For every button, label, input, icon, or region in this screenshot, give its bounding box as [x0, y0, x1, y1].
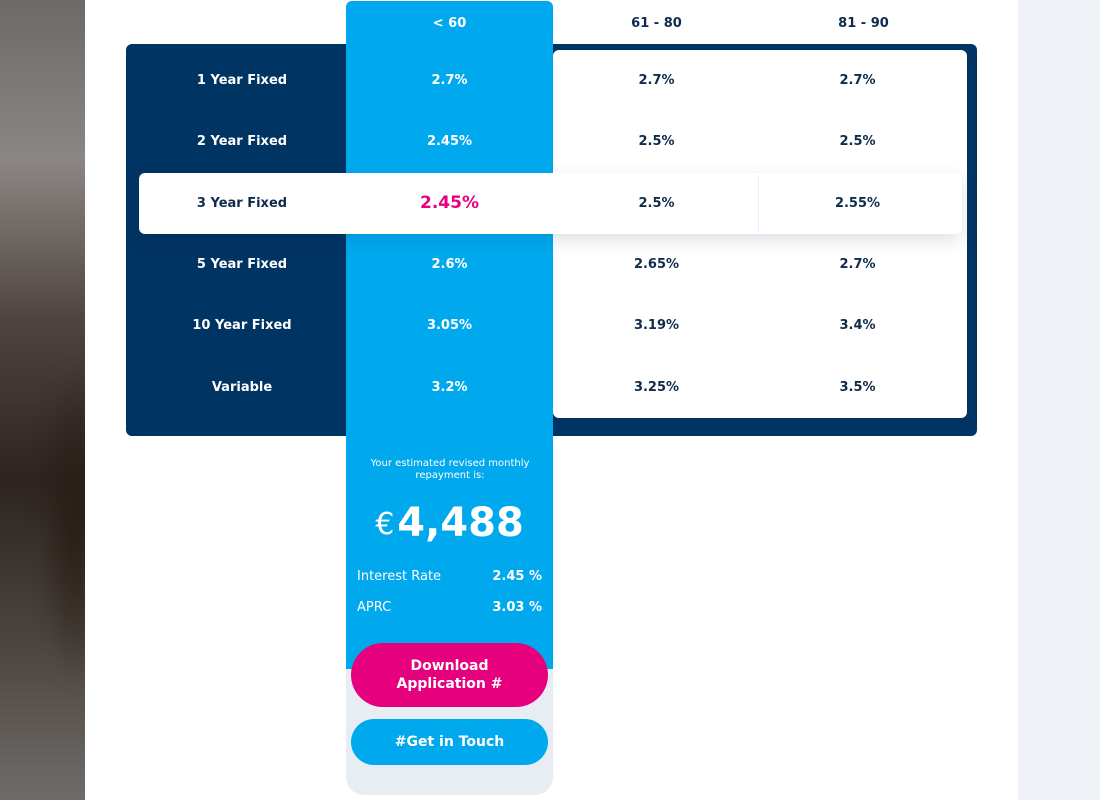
repayment-amount: 4,488 [397, 499, 524, 546]
background-right [1018, 0, 1100, 800]
rate-cell-5y-lt60[interactable]: 2.6% [346, 257, 553, 272]
rate-cell-5y-81-90[interactable]: 2.7% [760, 257, 955, 272]
interest-rate-row: Interest Rate 2.45 % [357, 567, 542, 585]
rate-cell-3y-lt60-selected[interactable]: 2.45% [346, 193, 553, 213]
estimate-heading: Your estimated revised monthly repayment… [370, 458, 530, 481]
get-in-touch-label: #Get in Touch [394, 734, 505, 750]
aprc-value: 3.03 % [492, 599, 542, 615]
row-label-10-year-fixed[interactable]: 10 Year Fixed [138, 318, 346, 333]
background-photo [0, 0, 85, 800]
download-button-line1: Download [410, 658, 489, 674]
repayment-amount-wrap: € 4,488 [346, 495, 553, 550]
rate-cell-1y-lt60[interactable]: 2.7% [346, 73, 553, 88]
get-in-touch-button[interactable]: #Get in Touch [351, 719, 548, 765]
rate-table-values-panel [553, 50, 967, 418]
rate-cell-2y-lt60[interactable]: 2.45% [346, 134, 553, 149]
rate-cell-2y-61-80[interactable]: 2.5% [553, 134, 760, 149]
interest-rate-label: Interest Rate [357, 568, 442, 584]
row-label-variable[interactable]: Variable [138, 380, 346, 395]
column-header-81-90[interactable]: 81 - 90 [760, 15, 967, 33]
row-label-5-year-fixed[interactable]: 5 Year Fixed [138, 257, 346, 272]
rate-cell-10y-61-80[interactable]: 3.19% [553, 318, 760, 333]
rate-cell-1y-61-80[interactable]: 2.7% [553, 73, 760, 88]
download-application-button[interactable]: Download Application # [351, 643, 548, 707]
aprc-row: APRC 3.03 % [357, 598, 542, 616]
currency-symbol: € [375, 507, 395, 542]
aprc-label: APRC [357, 599, 392, 615]
rate-cell-variable-81-90[interactable]: 3.5% [760, 380, 955, 395]
rate-cell-3y-81-90[interactable]: 2.55% [760, 196, 955, 211]
interest-rate-value: 2.45 % [492, 568, 542, 584]
rate-cell-2y-81-90[interactable]: 2.5% [760, 134, 955, 149]
row-label-2-year-fixed[interactable]: 2 Year Fixed [138, 134, 346, 149]
rate-cell-3y-61-80[interactable]: 2.5% [553, 196, 760, 211]
download-button-line2: Application # [396, 676, 503, 692]
rate-cell-1y-81-90[interactable]: 2.7% [760, 73, 955, 88]
rate-cell-10y-lt60[interactable]: 3.05% [346, 318, 553, 333]
row-label-3-year-fixed[interactable]: 3 Year Fixed [138, 196, 346, 211]
column-header-lt-60[interactable]: < 60 [346, 15, 553, 33]
rate-cell-variable-lt60[interactable]: 3.2% [346, 380, 553, 395]
rate-cell-10y-81-90[interactable]: 3.4% [760, 318, 955, 333]
rate-cell-5y-61-80[interactable]: 2.65% [553, 257, 760, 272]
row-label-1-year-fixed[interactable]: 1 Year Fixed [138, 73, 346, 88]
rate-cell-variable-61-80[interactable]: 3.25% [553, 380, 760, 395]
column-header-61-80[interactable]: 61 - 80 [553, 15, 760, 33]
